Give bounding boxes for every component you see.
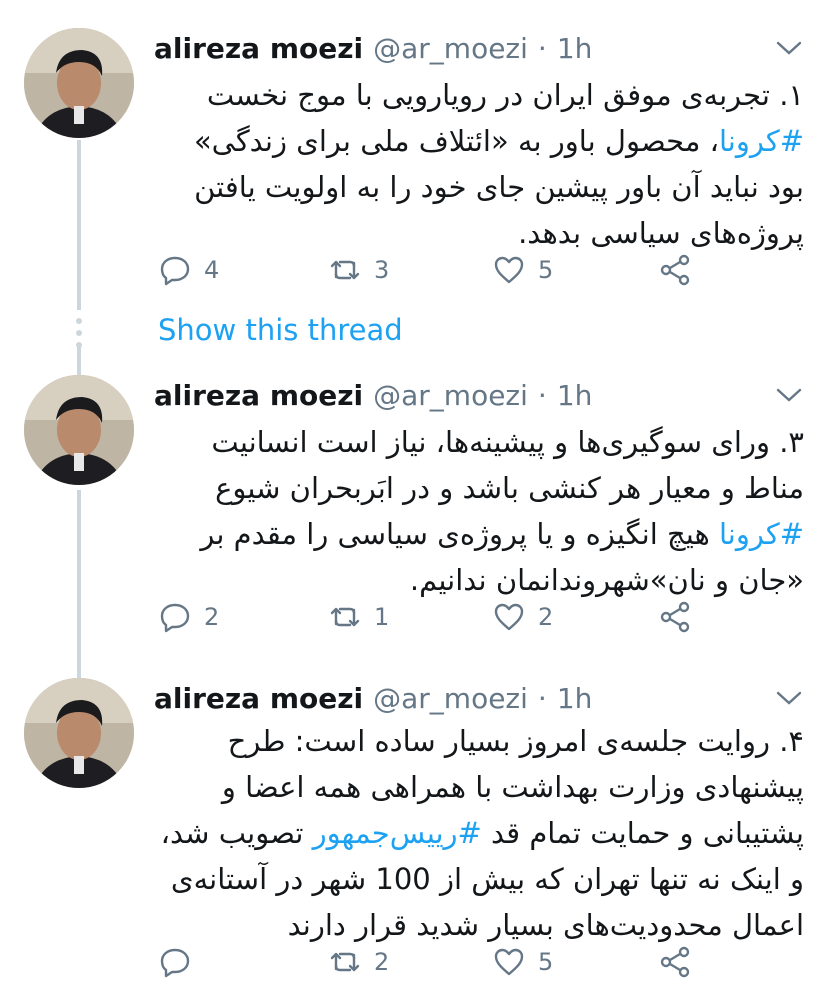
retweet-button[interactable]: 2 — [328, 942, 389, 982]
tweet-2[interactable]: alireza moezi @ar_moezi · 1h ۳. ورای سوگ… — [0, 375, 829, 655]
reply-count: 2 — [204, 603, 220, 631]
chevron-down-icon[interactable] — [775, 38, 803, 58]
profile-photo — [24, 678, 134, 788]
retweet-count: 2 — [374, 948, 390, 976]
share-button[interactable] — [658, 597, 692, 637]
text-segment: ۱. تجربه‌ی موفق ایران در رویارویی با موج… — [206, 78, 804, 112]
author-handle[interactable]: @ar_moezi — [373, 379, 528, 412]
retweet-count: 1 — [374, 603, 390, 631]
author-name[interactable]: alireza moezi — [154, 379, 363, 412]
share-button[interactable] — [658, 942, 692, 982]
like-button[interactable]: 5 — [492, 942, 553, 982]
reply-button[interactable] — [158, 942, 204, 982]
like-count: 5 — [538, 256, 554, 284]
tweet-header: alireza moezi @ar_moezi · 1h — [154, 375, 592, 415]
profile-photo — [24, 28, 134, 138]
author-name[interactable]: alireza moezi — [154, 32, 363, 65]
like-button[interactable]: 2 — [492, 597, 553, 637]
separator: · — [537, 681, 547, 715]
tweet-text: ۳. ورای سوگیری‌ها و پیشینه‌ها، نیاز است … — [154, 419, 804, 603]
tweet-header: alireza moezi @ar_moezi · 1h — [154, 28, 592, 68]
show-thread-link[interactable]: Show this thread — [158, 313, 403, 347]
chevron-down-icon[interactable] — [775, 385, 803, 405]
retweet-icon — [330, 607, 360, 627]
separator: · — [537, 31, 547, 65]
share-button[interactable] — [658, 250, 692, 290]
share-icon — [660, 946, 690, 978]
heart-icon — [494, 603, 524, 631]
tweet-header: alireza moezi @ar_moezi · 1h — [154, 678, 592, 718]
tweet-3[interactable]: alireza moezi @ar_moezi · 1h ۴. روایت جل… — [0, 678, 829, 978]
text-segment: هیچ انگیزه و یا پروژه‌ی سیاسی را مقدم بر… — [200, 517, 804, 597]
tweet-actions: 2 1 2 — [158, 597, 718, 637]
like-count: 2 — [538, 603, 554, 631]
author-handle[interactable]: @ar_moezi — [373, 682, 528, 715]
text-segment: ، محصول باور به «ائتلاف ملی برای زندگی» … — [193, 124, 804, 250]
tweet-1[interactable]: alireza moezi @ar_moezi · 1h ۱. تجربه‌ی … — [0, 28, 829, 308]
retweet-count: 3 — [374, 256, 390, 284]
tweet-actions: 2 5 — [158, 942, 718, 982]
chevron-down-icon[interactable] — [775, 688, 803, 708]
hashtag-link[interactable]: #کرونا — [719, 517, 804, 551]
heart-icon — [494, 256, 524, 284]
retweet-button[interactable]: 1 — [328, 597, 389, 637]
tweet-text: ۱. تجربه‌ی موفق ایران در رویارویی با موج… — [154, 72, 804, 256]
reply-button[interactable]: 2 — [158, 597, 219, 637]
avatar[interactable] — [24, 375, 134, 485]
like-button[interactable]: 5 — [492, 250, 553, 290]
profile-photo — [24, 375, 134, 485]
reply-icon — [160, 603, 190, 633]
tweet-actions: 4 3 5 — [158, 250, 718, 290]
timestamp[interactable]: 1h — [557, 682, 593, 715]
hashtag-link[interactable]: #کرونا — [719, 124, 804, 158]
separator: · — [537, 378, 547, 412]
avatar[interactable] — [24, 678, 134, 788]
reply-icon — [160, 948, 190, 978]
reply-icon — [160, 256, 190, 286]
retweet-icon — [330, 952, 360, 972]
timestamp[interactable]: 1h — [557, 32, 593, 65]
retweet-button[interactable]: 3 — [328, 250, 389, 290]
share-icon — [660, 254, 690, 286]
retweet-icon — [330, 260, 360, 280]
avatar[interactable] — [24, 28, 134, 138]
reply-count: 4 — [204, 256, 220, 284]
reply-button[interactable]: 4 — [158, 250, 219, 290]
author-name[interactable]: alireza moezi — [154, 682, 363, 715]
hashtag-link[interactable]: #رییس‌جمهور — [313, 816, 482, 850]
timestamp[interactable]: 1h — [557, 379, 593, 412]
tweet-text: ۴. روایت جلسه‌ی امروز بسیار ساده است: طر… — [154, 718, 804, 948]
text-segment: ۳. ورای سوگیری‌ها و پیشینه‌ها، نیاز است … — [211, 425, 804, 505]
like-count: 5 — [538, 948, 554, 976]
author-handle[interactable]: @ar_moezi — [373, 32, 528, 65]
heart-icon — [494, 948, 524, 976]
share-icon — [660, 601, 690, 633]
